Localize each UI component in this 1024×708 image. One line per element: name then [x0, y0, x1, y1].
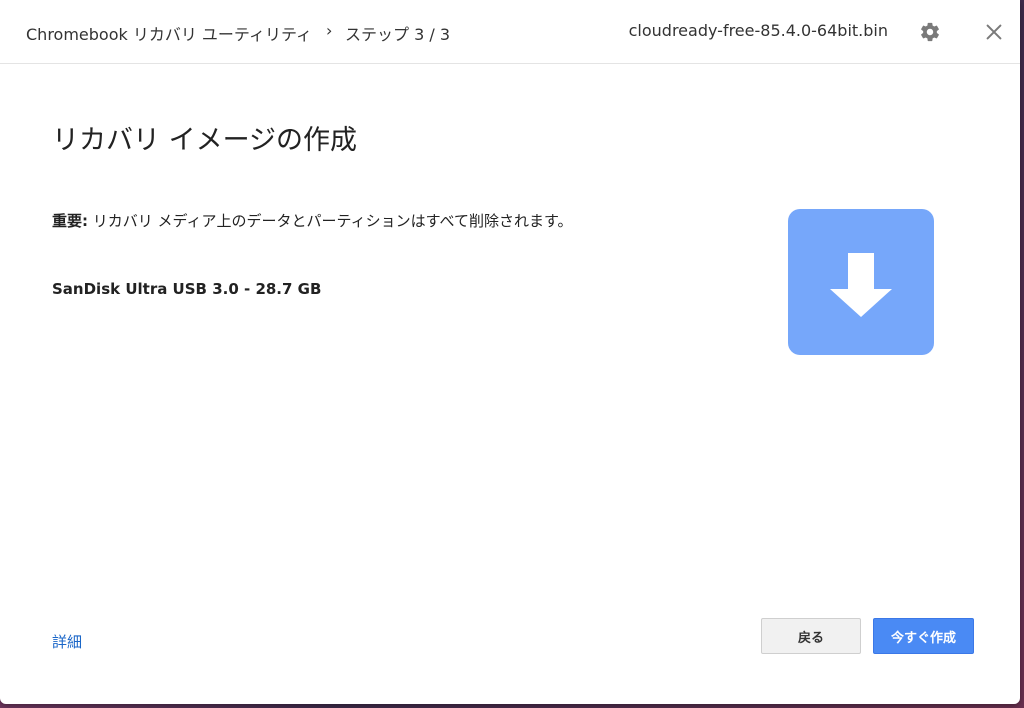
download-arrow-glyph: [830, 253, 892, 317]
close-icon[interactable]: [983, 21, 1005, 43]
details-link[interactable]: 詳細: [52, 631, 82, 652]
title-bar: Chromebook リカバリ ユーティリティ › ステップ 3 / 3 clo…: [0, 0, 1020, 64]
data-erase-warning: 重要: リカバリ メディア上のデータとパーティションはすべて削除されます。: [52, 208, 612, 234]
step-indicator: ステップ 3 / 3: [345, 25, 451, 44]
breadcrumb-chevron-icon: ›: [326, 21, 333, 40]
warning-text: リカバリ メディア上のデータとパーティションはすべて削除されます。: [88, 212, 573, 230]
gear-icon[interactable]: [919, 21, 941, 43]
app-title: Chromebook リカバリ ユーティリティ: [26, 25, 313, 44]
create-now-button[interactable]: 今すぐ作成: [873, 618, 974, 654]
back-button[interactable]: 戻る: [761, 618, 861, 654]
selected-image-file-name: cloudready-free-85.4.0-64bit.bin: [628, 21, 888, 40]
recovery-utility-window: Chromebook リカバリ ユーティリティ › ステップ 3 / 3 clo…: [0, 0, 1020, 704]
warning-label: 重要:: [52, 212, 88, 230]
target-device-label: SanDisk Ultra USB 3.0 - 28.7 GB: [52, 280, 322, 298]
download-arrow-icon: [788, 209, 934, 355]
page-title: リカバリ イメージの作成: [52, 125, 358, 156]
